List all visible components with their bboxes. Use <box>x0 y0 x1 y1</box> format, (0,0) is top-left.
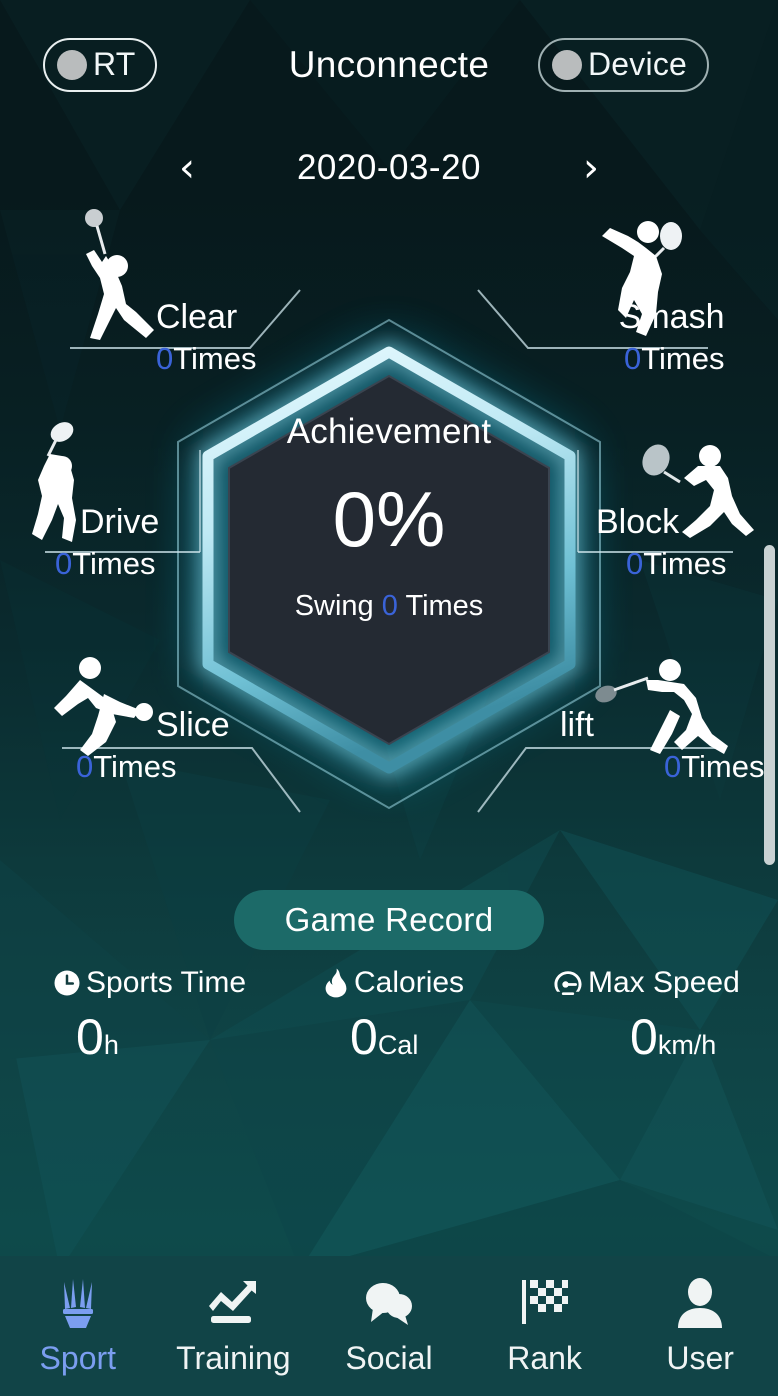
date-navigator: ‹ 2020-03-20 › <box>0 148 778 188</box>
stroke-label-clear[interactable]: Clear 0Times <box>156 300 257 374</box>
stroke-count: 0 <box>55 546 73 581</box>
stat-value: 0 <box>350 1009 378 1065</box>
stat-value: 0 <box>76 1009 104 1065</box>
sport-dashboard-screen: RT Unconnecte Device ‹ 2020-03-20 › Achi… <box>0 0 778 1396</box>
shuttlecock-icon <box>62 1279 93 1328</box>
stroke-count-row: 0Times <box>624 343 725 374</box>
stroke-unit: Times <box>72 546 156 581</box>
stroke-label-block[interactable]: Block 0Times <box>596 505 727 579</box>
stroke-label-slice[interactable]: Slice 0Times <box>76 708 230 782</box>
stroke-unit: Times <box>681 749 765 784</box>
stroke-count: 0 <box>626 546 644 581</box>
stroke-count-row: 0Times <box>156 343 257 374</box>
nav-item-rank[interactable]: Rank <box>467 1278 623 1374</box>
stroke-count-row: 0Times <box>76 751 230 782</box>
top-bar: RT Unconnecte Device <box>0 0 778 128</box>
nav-label: Sport <box>39 1340 117 1376</box>
nav-label: User <box>666 1340 734 1376</box>
stat-value-row: 0h <box>76 1012 246 1062</box>
stat-value-row: 0Cal <box>350 1012 464 1062</box>
summary-stats: Sports Time 0h Calories 0Cal Max Speed 0… <box>0 968 778 1078</box>
stroke-unit: Times <box>93 749 177 784</box>
stroke-count-row: 0Times <box>626 548 727 579</box>
trend-chart-icon <box>209 1281 257 1323</box>
stroke-name: Block <box>596 503 680 541</box>
current-date[interactable]: 2020-03-20 <box>274 148 504 188</box>
stroke-label-lift[interactable]: lift 0Times <box>560 708 765 782</box>
stat-unit: km/h <box>657 1030 717 1060</box>
stroke-name: lift <box>560 706 594 744</box>
nav-item-sport[interactable]: Sport <box>0 1278 156 1374</box>
stroke-name: Smash <box>618 298 725 336</box>
nav-item-training[interactable]: Training <box>156 1278 312 1374</box>
game-record-label: Game Record <box>284 901 494 938</box>
bottom-navigation: Sport Training Social Rank User <box>0 1256 778 1396</box>
stat-label: Max Speed <box>588 966 740 999</box>
stroke-name: Slice <box>156 706 230 744</box>
stroke-count: 0 <box>156 341 174 376</box>
stat-label: Sports Time <box>86 966 247 999</box>
nav-item-social[interactable]: Social <box>311 1278 467 1374</box>
stroke-count: 0 <box>624 341 642 376</box>
game-record-button[interactable]: Game Record <box>234 890 544 950</box>
stroke-name: Clear <box>156 298 238 336</box>
stroke-unit: Times <box>173 341 257 376</box>
stat-sports-time: Sports Time 0h <box>52 968 246 1062</box>
device-toggle-label: Device <box>588 45 688 82</box>
chevron-right-icon[interactable]: › <box>574 148 608 188</box>
vertical-scrollbar[interactable] <box>764 545 775 865</box>
stroke-label-smash[interactable]: Smash 0Times <box>524 300 725 374</box>
stroke-label-drive[interactable]: Drive 0Times <box>55 505 159 579</box>
device-status-dot <box>552 50 582 80</box>
stroke-count: 0 <box>76 749 94 784</box>
stroke-name: Drive <box>80 503 160 541</box>
stat-value: 0 <box>630 1009 658 1065</box>
stat-unit: h <box>103 1030 119 1060</box>
nav-label: Social <box>345 1340 433 1376</box>
stat-unit: Cal <box>377 1030 419 1060</box>
stat-max-speed: Max Speed 0km/h <box>552 968 740 1062</box>
nav-label: Rank <box>507 1340 582 1376</box>
achievement-hexagon-stage: Achievement 0% Swing 0 Times Clear 0Time… <box>0 200 778 840</box>
nav-label: Training <box>176 1340 291 1376</box>
clock-icon <box>54 970 80 996</box>
stroke-count: 0 <box>664 749 682 784</box>
flame-icon <box>325 968 347 998</box>
checkered-flag-icon <box>521 1280 568 1324</box>
speedometer-icon <box>554 971 582 996</box>
stroke-count-row: 0Times <box>55 548 159 579</box>
stat-calories: Calories 0Cal <box>322 968 464 1062</box>
stat-value-row: 0km/h <box>630 1012 740 1062</box>
chevron-left-icon[interactable]: ‹ <box>170 148 204 188</box>
stat-label: Calories <box>354 966 465 999</box>
stroke-unit: Times <box>641 341 725 376</box>
stroke-unit: Times <box>643 546 727 581</box>
chat-bubbles-icon <box>365 1283 412 1325</box>
nav-item-user[interactable]: User <box>622 1278 778 1374</box>
stroke-count-row: 0Times <box>664 751 765 782</box>
person-icon <box>678 1278 723 1328</box>
device-toggle[interactable]: Device <box>538 38 710 92</box>
